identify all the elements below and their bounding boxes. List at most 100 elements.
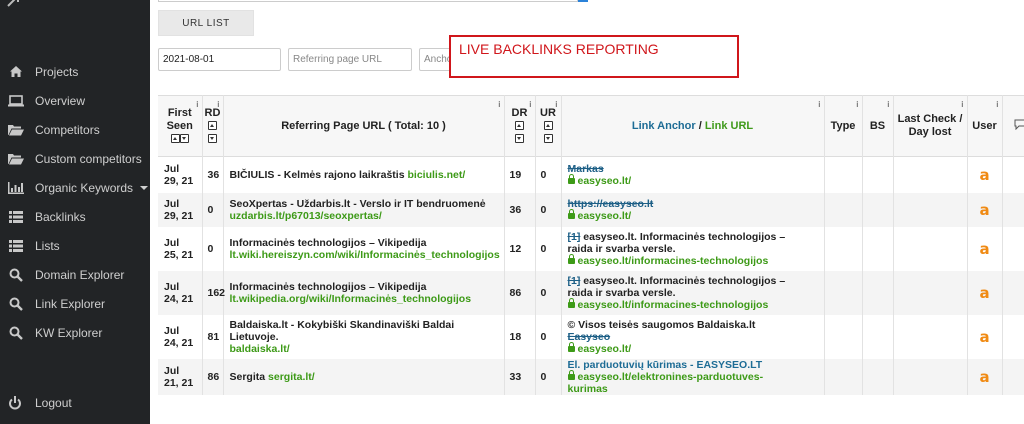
info-icon[interactable]: i [856, 98, 858, 111]
lock-icon [567, 369, 575, 380]
col-first-seen[interactable]: i First Seen [158, 95, 203, 157]
top-search-input[interactable] [158, 0, 578, 2]
user-avatar-icon[interactable]: a [979, 166, 989, 184]
referring-page-url-link[interactable]: biciulis.net/ [407, 169, 465, 181]
comment-cell [1002, 226, 1024, 271]
user-cell: a [967, 358, 1003, 395]
last-check-cell [893, 156, 968, 193]
user-avatar-icon[interactable]: a [979, 240, 989, 258]
type-cell [824, 270, 863, 315]
lock-icon [567, 341, 575, 352]
referring-page-cell: Sergita sergita.lt/ [223, 358, 505, 395]
sidebar-item-backlinks[interactable]: Backlinks [0, 202, 150, 231]
sort-desc-icon[interactable] [208, 134, 217, 144]
sort-asc-icon[interactable] [515, 121, 524, 131]
sort-desc-icon[interactable] [515, 134, 524, 144]
link-url[interactable]: easyseo.lt/informacines-technologijos [578, 299, 769, 311]
link-url-line2[interactable]: kurimas [568, 383, 608, 395]
type-cell [824, 314, 863, 359]
ur-cell: 0 [535, 270, 562, 315]
sort-desc-icon[interactable] [179, 134, 189, 144]
link-anchor-cell: [1] easyseo.lt. Informacinės technologij… [561, 226, 825, 271]
sidebar-item-custom-competitors[interactable]: Custom competitors [0, 144, 150, 173]
rd-cell: 0 [202, 226, 224, 271]
col-type: i Type [824, 95, 863, 157]
info-icon[interactable]: i [818, 98, 820, 111]
chevron-down-icon [140, 185, 149, 190]
rd-cell: 162 [202, 270, 225, 315]
comment-icon[interactable] [1014, 119, 1024, 130]
ur-cell: 0 [535, 192, 562, 227]
anchor-lost-text: [1] [567, 274, 581, 287]
link-anchor-cell: https://easyseo.lt easyseo.lt/ [561, 192, 825, 227]
col-rd[interactable]: i RD [202, 95, 224, 157]
user-cell: a [967, 270, 1003, 315]
referring-page-url-link[interactable]: lt.wikipedia.org/wiki/Informacinės_techn… [230, 293, 472, 305]
user-avatar-icon[interactable]: a [979, 328, 989, 346]
info-icon[interactable]: i [196, 98, 198, 111]
user-avatar-icon[interactable]: a [979, 284, 989, 302]
sidebar-item-competitors[interactable]: Competitors [0, 115, 150, 144]
sort-desc-icon[interactable] [543, 134, 553, 144]
sidebar-item-link-explorer[interactable]: Link Explorer [0, 289, 150, 318]
type-cell [824, 156, 863, 193]
link-url[interactable]: easyseo.lt/ [578, 210, 632, 222]
url-list-button[interactable]: URL LIST [158, 10, 254, 36]
col-dr[interactable]: i DR [504, 95, 536, 157]
sidebar-item-overview[interactable]: Overview [0, 86, 150, 115]
info-icon[interactable]: i [996, 98, 998, 111]
referring-page-url-link[interactable]: uzdarbis.lt/p67013/seoxpertas/ [230, 210, 382, 222]
sidebar-item-lists[interactable]: Lists [0, 231, 150, 260]
info-icon[interactable]: i [498, 98, 500, 111]
annotation-box: LIVE BACKLINKS REPORTING [449, 35, 739, 78]
link-url[interactable]: easyseo.lt/informacines-technologijos [578, 255, 769, 267]
link-url[interactable]: easyseo.lt/elektronines-parduotuves- [578, 371, 764, 383]
logout-button[interactable]: Logout [8, 394, 72, 412]
col-link-anchor-label: Link Anchor [631, 119, 696, 132]
rd-cell: 86 [202, 358, 224, 395]
sidebar-item-kw-explorer[interactable]: KW Explorer [0, 318, 150, 347]
col-first-seen-label-1: First [167, 106, 192, 119]
info-icon[interactable]: i [961, 98, 963, 111]
sidebar-item-label: Backlinks [35, 209, 86, 224]
info-icon[interactable]: i [555, 98, 557, 111]
sidebar-item-organic-keywords[interactable]: Organic Keywords [0, 173, 150, 202]
bs-cell [862, 358, 894, 395]
top-search-button[interactable] [578, 0, 588, 2]
info-icon[interactable]: i [217, 98, 219, 111]
sidebar-item-label: Lists [35, 238, 60, 253]
referring-page-url-link[interactable]: sergita.lt/ [268, 371, 315, 383]
home-icon [8, 65, 24, 79]
sidebar-item-projects[interactable]: Projects [0, 57, 150, 86]
link-url[interactable]: easyseo.lt/ [578, 175, 632, 187]
col-bs-label: BS [869, 119, 886, 132]
comment-cell [1002, 192, 1024, 227]
referring-page-title: Baldaiska.lt - Kokybiški Skandinaviški B… [229, 318, 455, 343]
last-check-cell [893, 226, 968, 271]
sort-asc-icon[interactable] [208, 121, 217, 131]
info-icon[interactable]: i [887, 98, 889, 111]
sidebar-item-domain-explorer[interactable]: Domain Explorer [0, 260, 150, 289]
user-avatar-icon[interactable]: a [979, 368, 989, 386]
info-icon[interactable]: i [529, 98, 531, 111]
link-url[interactable]: easyseo.lt/ [578, 343, 632, 355]
rd-cell: 0 [202, 192, 224, 227]
col-first-seen-label-2: Seen [166, 119, 193, 132]
sidebar-item-label: Overview [35, 93, 86, 108]
sidebar-item-label: Custom competitors [35, 151, 142, 166]
sort-asc-icon[interactable] [543, 121, 553, 131]
referring-page-cell: BIČIULIS - Kelmės rajono laikraštis bici… [223, 156, 505, 193]
bs-cell [862, 192, 894, 227]
ur-cell: 0 [535, 226, 562, 271]
referring-page-cell: Informacinės technologijos – Vikipedija l… [223, 270, 505, 315]
referring-page-url-link[interactable]: lt.wiki.hereiszyn.com/wiki/Informacinės_… [230, 249, 500, 261]
anchor-note: © Visos teisės saugomos Baldaiska.lt [567, 318, 756, 331]
user-avatar-icon[interactable]: a [979, 201, 989, 219]
last-check-cell [893, 192, 968, 227]
date-filter-input[interactable]: 2021-08-01 [158, 48, 281, 71]
col-ur[interactable]: i UR [535, 95, 562, 157]
referring-page-url-link[interactable]: baldaiska.lt/ [230, 343, 290, 355]
rd-cell: 81 [202, 314, 224, 359]
referring-page-filter-input[interactable]: Referring page URL [288, 48, 412, 71]
sort-asc-icon[interactable] [170, 134, 180, 144]
